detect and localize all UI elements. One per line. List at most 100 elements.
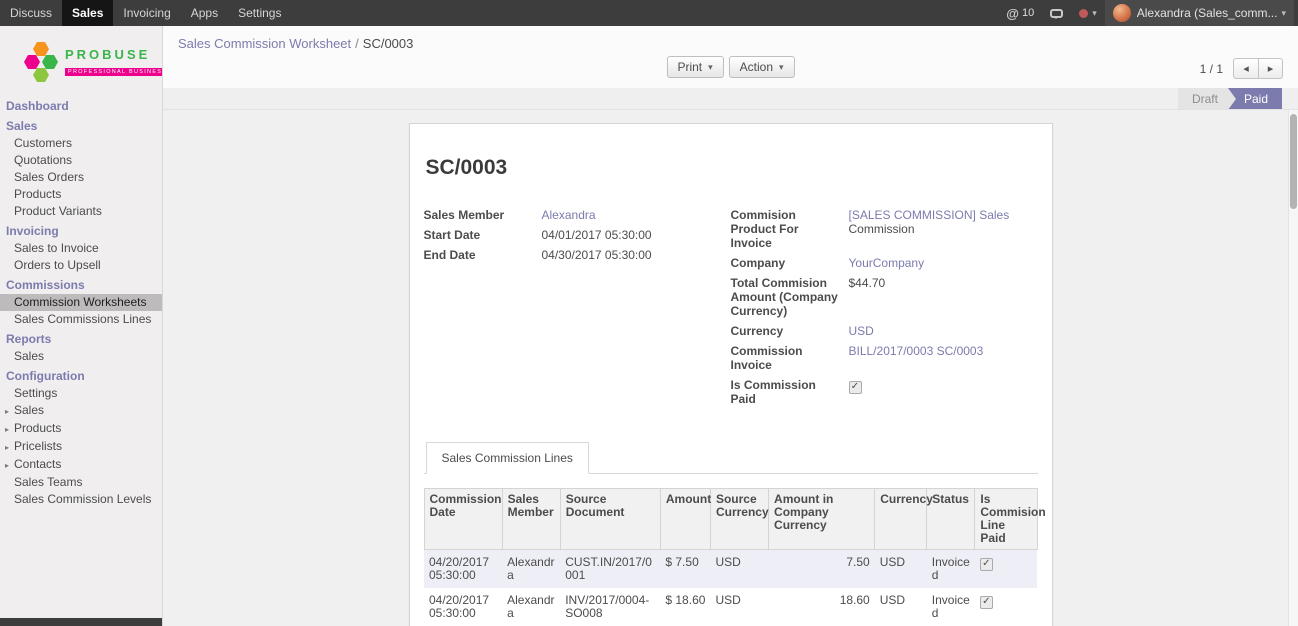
check-icon: ✓ — [982, 559, 990, 569]
col-commission-date[interactable]: Commission Date — [424, 489, 502, 550]
pager-next-button[interactable]: ▸ — [1258, 58, 1283, 79]
logo-hexagons-icon — [24, 40, 60, 82]
commission-product-link[interactable]: [SALES COMMISSION] Sales — [849, 208, 1010, 222]
col-currency[interactable]: Currency — [875, 489, 927, 550]
expand-arrow-icon: ▸ — [5, 405, 14, 418]
tab-sales-commission-lines[interactable]: Sales Commission Lines — [426, 442, 589, 474]
sidebar-header-sales[interactable]: Sales — [0, 115, 162, 135]
user-menu[interactable]: Alexandra (Sales_comm... ▾ — [1105, 0, 1294, 26]
statusbar: Draft Paid — [163, 88, 1298, 110]
status-draft[interactable]: Draft — [1178, 88, 1228, 109]
sidebar-item-orders-to-upsell[interactable]: Orders to Upsell — [0, 257, 162, 274]
messages-menu[interactable] — [1042, 0, 1071, 26]
sidebar-header-invoicing[interactable]: Invoicing — [0, 220, 162, 240]
menu-discuss[interactable]: Discuss — [0, 0, 62, 26]
field-groups: Sales Member Alexandra Start Date 04/01/… — [424, 208, 1038, 412]
cell-member: Alexandra — [502, 588, 560, 626]
cell-company-amount: 18.60 — [769, 588, 875, 626]
sidebar-item-label: Pricelists — [14, 439, 62, 453]
sidebar-item-config-pricelists[interactable]: ▸Pricelists — [0, 438, 162, 456]
col-is-commission-line-paid[interactable]: Is Commision Line Paid — [975, 489, 1037, 550]
menu-apps[interactable]: Apps — [181, 0, 228, 26]
menu-settings[interactable]: Settings — [228, 0, 291, 26]
breadcrumb: Sales Commission Worksheet/SC/0003 — [178, 36, 413, 51]
expand-arrow-icon: ▸ — [5, 459, 14, 472]
sidebar-item-sales-to-invoice[interactable]: Sales to Invoice — [0, 240, 162, 257]
sidebar-header-dashboard[interactable]: Dashboard — [0, 98, 162, 115]
menu-invoicing[interactable]: Invoicing — [113, 0, 180, 26]
field-label-currency: Currency — [731, 324, 849, 338]
sidebar-item-customers[interactable]: Customers — [0, 135, 162, 152]
action-button[interactable]: Action▾ — [729, 56, 795, 78]
sales-member-link[interactable]: Alexandra — [542, 208, 596, 222]
cell-paid: ✓ — [975, 550, 1037, 589]
vertical-scrollbar[interactable] — [1288, 110, 1298, 626]
col-status[interactable]: Status — [927, 489, 975, 550]
sidebar-header-commissions[interactable]: Commissions — [0, 274, 162, 294]
cell-amount: $ 18.60 — [660, 588, 710, 626]
status-paid[interactable]: Paid — [1228, 88, 1282, 109]
company-link[interactable]: YourCompany — [849, 256, 925, 270]
field-label-commission-invoice: Commission Invoice — [731, 344, 849, 372]
sidebar-footer — [0, 618, 163, 626]
is-commission-paid-checkbox[interactable]: ✓ — [849, 381, 862, 394]
notebook: Sales Commission Lines Commission Date S… — [424, 442, 1038, 626]
sidebar-item-config-products[interactable]: ▸Products — [0, 420, 162, 438]
sidebar-header-reports[interactable]: Reports — [0, 328, 162, 348]
breadcrumb-current: SC/0003 — [363, 36, 414, 51]
sidebar-item-reports-sales[interactable]: Sales — [0, 348, 162, 365]
sidebar-item-commission-worksheets[interactable]: Commission Worksheets — [0, 294, 162, 311]
sidebar-item-settings[interactable]: Settings — [0, 385, 162, 402]
chat-icon — [1050, 9, 1063, 18]
sidebar-item-product-variants[interactable]: Product Variants — [0, 203, 162, 220]
probuse-logo: PROBUSE PROFESSIONAL BUSINESS — [0, 26, 162, 98]
breadcrumb-parent-link[interactable]: Sales Commission Worksheet — [178, 36, 351, 51]
cell-doc: INV/2017/0004-SO008 — [560, 588, 660, 626]
activity-icon: @ — [1006, 6, 1019, 21]
field-label-commission-product: Commision Product For Invoice — [731, 208, 849, 250]
activity-menu[interactable]: @ 10 — [998, 0, 1042, 26]
sidebar-header-configuration[interactable]: Configuration — [0, 365, 162, 385]
line-paid-checkbox[interactable]: ✓ — [980, 596, 993, 609]
expand-arrow-icon: ▸ — [5, 441, 14, 454]
odoo-app-window: Discuss Sales Invoicing Apps Settings @ … — [0, 0, 1298, 626]
commission-product-value: [SALES COMMISSION] Sales Commission — [849, 208, 1030, 250]
sidebar-item-sales-commission-levels[interactable]: Sales Commission Levels — [0, 491, 162, 508]
cell-source-currency: USD — [710, 588, 768, 626]
scrollbar-thumb[interactable] — [1290, 114, 1297, 209]
currency-link[interactable]: USD — [849, 324, 874, 338]
col-sales-member[interactable]: Sales Member — [502, 489, 560, 550]
commission-invoice-link[interactable]: BILL/2017/0003 SC/0003 — [849, 344, 984, 358]
sidebar-item-sales-teams[interactable]: Sales Teams — [0, 474, 162, 491]
field-label-end-date: End Date — [424, 248, 542, 262]
table-row[interactable]: 04/20/2017 05:30:00 Alexandra INV/2017/0… — [424, 588, 1037, 626]
chevron-right-icon: ▸ — [1268, 62, 1274, 75]
record-title: SC/0003 — [426, 156, 1038, 180]
form-sheet: SC/0003 Sales Member Alexandra Start Dat… — [409, 123, 1053, 626]
print-button[interactable]: Print▾ — [666, 56, 723, 78]
sidebar-item-sales-orders[interactable]: Sales Orders — [0, 169, 162, 186]
pager-previous-button[interactable]: ◂ — [1233, 58, 1258, 79]
col-source-currency[interactable]: Source Currency — [710, 489, 768, 550]
print-button-label: Print — [677, 60, 702, 74]
sidebar-item-config-sales[interactable]: ▸Sales — [0, 402, 162, 420]
cell-currency: USD — [875, 588, 927, 626]
debug-menu[interactable]: ▾ — [1071, 0, 1105, 26]
app-menu-bar: Discuss Sales Invoicing Apps Settings — [0, 0, 291, 26]
brand-text: PROBUSE PROFESSIONAL BUSINESS — [65, 47, 163, 76]
sidebar-item-quotations[interactable]: Quotations — [0, 152, 162, 169]
pager-value: 1 / 1 — [1200, 62, 1223, 76]
sidebar-item-config-contacts[interactable]: ▸Contacts — [0, 456, 162, 474]
sidebar-item-products[interactable]: Products — [0, 186, 162, 203]
table-row[interactable]: 04/20/2017 05:30:00 Alexandra CUST.IN/20… — [424, 550, 1037, 589]
check-icon: ✓ — [851, 382, 859, 392]
col-amount-company-currency[interactable]: Amount in Company Currency — [769, 489, 875, 550]
cell-date: 04/20/2017 05:30:00 — [424, 588, 502, 626]
menu-sales[interactable]: Sales — [62, 0, 113, 26]
field-label-is-commission-paid: Is Commission Paid — [731, 378, 849, 406]
field-group-right: Commision Product For Invoice [SALES COM… — [731, 208, 1038, 412]
col-amount[interactable]: Amount — [660, 489, 710, 550]
col-source-document[interactable]: Source Document — [560, 489, 660, 550]
sidebar-item-sales-commissions-lines[interactable]: Sales Commissions Lines — [0, 311, 162, 328]
line-paid-checkbox[interactable]: ✓ — [980, 558, 993, 571]
